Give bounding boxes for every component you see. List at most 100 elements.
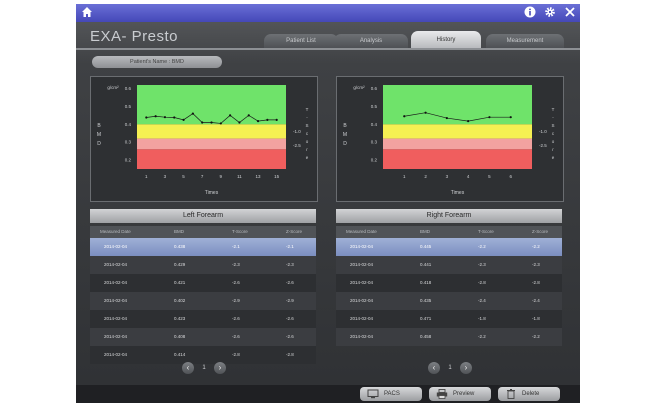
table-cell: -2.6: [232, 280, 240, 285]
header-divider: [76, 48, 580, 50]
table-row[interactable]: 2014-02-04 0.458 -2.2 -2.2: [336, 328, 562, 346]
patient-name-label: Patient's Name : BMD: [92, 56, 222, 68]
page-number: 1: [202, 365, 206, 371]
table-cell: 0.408: [174, 334, 186, 339]
table-cell: 0.421: [174, 280, 186, 285]
info-icon[interactable]: [523, 6, 537, 20]
table-cell: -2.1: [232, 244, 240, 249]
table-row[interactable]: 2014-02-04 0.418 -2.8 -2.8: [336, 274, 562, 292]
table-cell: -2.8: [532, 280, 540, 285]
table-cell: -2.4: [478, 298, 486, 303]
preview-button[interactable]: Preview: [429, 387, 491, 401]
table-cell: -2.8: [286, 352, 294, 357]
column-header[interactable]: Measured Date: [346, 226, 377, 238]
monitor-icon: [367, 389, 379, 399]
band-3: [137, 149, 286, 169]
data-point: [509, 116, 512, 119]
table-row[interactable]: 2014-02-04 0.441 -2.3 -2.3: [336, 256, 562, 274]
column-header[interactable]: T-Score: [232, 226, 248, 238]
table-cell: -2.2: [478, 244, 486, 249]
table-row[interactable]: 2014-02-04 0.429 -2.3 -2.3: [90, 256, 316, 274]
prev-page-button[interactable]: ‹: [428, 362, 440, 374]
table-cell: -2.9: [232, 298, 240, 303]
home-icon[interactable]: [80, 6, 94, 20]
right-axis-label: r: [306, 147, 308, 152]
table-row[interactable]: 2014-02-04 0.423 -2.6 -2.6: [90, 310, 316, 328]
x-tick-label: 7: [201, 174, 204, 179]
table-row[interactable]: 2014-02-04 0.408 -2.6 -2.6: [90, 328, 316, 346]
x-tick-label: 6: [509, 174, 512, 179]
tab-history[interactable]: History: [411, 31, 481, 48]
gear-icon[interactable]: [543, 6, 557, 20]
table-row[interactable]: 2014-02-04 0.445 -2.2 -2.2: [336, 238, 562, 256]
data-point: [191, 112, 194, 115]
column-header[interactable]: Z-Score: [286, 226, 302, 238]
left-bmd-chart: g/cm²BMD0.60.50.40.30.2T-Score-1.0-2.51 3…: [97, 85, 309, 196]
data-point: [238, 121, 241, 124]
band-2: [137, 138, 286, 150]
y-tick-label: 0.6: [371, 86, 378, 91]
table-cell: -2.6: [286, 280, 294, 285]
table-cell: 0.423: [174, 316, 186, 321]
left-forearm-title: Left Forearm: [90, 209, 316, 223]
table-row[interactable]: 2014-02-04 0.421 -2.6 -2.6: [90, 274, 316, 292]
right-history-table: Measured Date BMD T-Score Z-Score 2014-02-04…: [336, 226, 562, 346]
table-row[interactable]: 2014-02-04 0.435 -2.4 -2.4: [336, 292, 562, 310]
y-axis-label: M: [343, 132, 347, 138]
pacs-button[interactable]: PACS: [360, 387, 422, 401]
column-header[interactable]: BMD: [174, 226, 184, 238]
table-cell: -2.2: [532, 244, 540, 249]
table-cell: 0.445: [420, 244, 432, 249]
table-cell: -2.2: [478, 334, 486, 339]
next-page-button[interactable]: ›: [214, 362, 226, 374]
column-header[interactable]: Measured Date: [100, 226, 131, 238]
table-cell: 2014-02-04: [350, 262, 374, 267]
y-tick-label: 0.2: [371, 158, 378, 163]
column-header[interactable]: BMD: [420, 226, 430, 238]
x-tick-label: 1: [403, 174, 406, 179]
right-axis-label: c: [306, 131, 309, 136]
table-row[interactable]: 2014-02-04 0.438 -2.1 -2.1: [90, 238, 316, 256]
x-tick-label: 5: [488, 174, 491, 179]
table-cell: -2.6: [232, 334, 240, 339]
right-axis-label: c: [552, 131, 555, 136]
table-cell: 2014-02-04: [350, 334, 374, 339]
table-cell: 2014-02-04: [104, 316, 128, 321]
band-1: [383, 124, 532, 139]
table-cell: 0.418: [420, 280, 432, 285]
right-chart-panel: g/cm² B M D 0.6 0.5 0.4 0.3 0.2 T - Sc o r e -1.0 -2.5 1 2…: [336, 76, 564, 202]
tab-measurement[interactable]: Measurement: [486, 34, 564, 48]
delete-button[interactable]: Delete: [498, 387, 560, 401]
table-cell: -2.3: [532, 262, 540, 267]
right-axis-label: o: [552, 139, 555, 144]
x-tick-label: 13: [256, 174, 262, 179]
data-point: [467, 120, 470, 123]
x-tick-label: 4: [467, 174, 470, 179]
close-icon[interactable]: [563, 6, 577, 20]
y-axis-label: D: [97, 141, 101, 147]
y-axis-label: B: [343, 123, 347, 129]
right-axis-label: T: [552, 107, 555, 112]
prev-page-button[interactable]: ‹: [182, 362, 194, 374]
table-cell: 2014-02-04: [104, 334, 128, 339]
column-header[interactable]: T-Score: [478, 226, 494, 238]
data-point: [154, 115, 157, 118]
table-cell: 0.458: [420, 334, 432, 339]
table-row[interactable]: 2014-02-04 0.471 -1.8 -1.8: [336, 310, 562, 328]
data-point: [488, 116, 491, 119]
table-cell: -2.3: [286, 262, 294, 267]
data-point: [210, 121, 213, 124]
y-axis-label: M: [97, 132, 101, 138]
left-chart-panel: g/cm² B M D 0.6 0.5 0.4 0.3 0.2 T - Sc o r e -1.0 -2.5 1 3…: [90, 76, 318, 202]
table-cell: -2.8: [232, 352, 240, 357]
next-page-button[interactable]: ›: [460, 362, 472, 374]
tab-analysis[interactable]: Analysis: [334, 34, 408, 48]
x-tick-label: 3: [164, 174, 167, 179]
x-tick-label: 9: [220, 174, 223, 179]
column-header[interactable]: Z-Score: [532, 226, 548, 238]
right-axis-label: e: [306, 155, 309, 160]
page-number: 1: [448, 365, 452, 371]
tab-patient-list[interactable]: Patient List: [264, 34, 338, 48]
band-0: [137, 85, 286, 125]
table-row[interactable]: 2014-02-04 0.402 -2.9 -2.9: [90, 292, 316, 310]
